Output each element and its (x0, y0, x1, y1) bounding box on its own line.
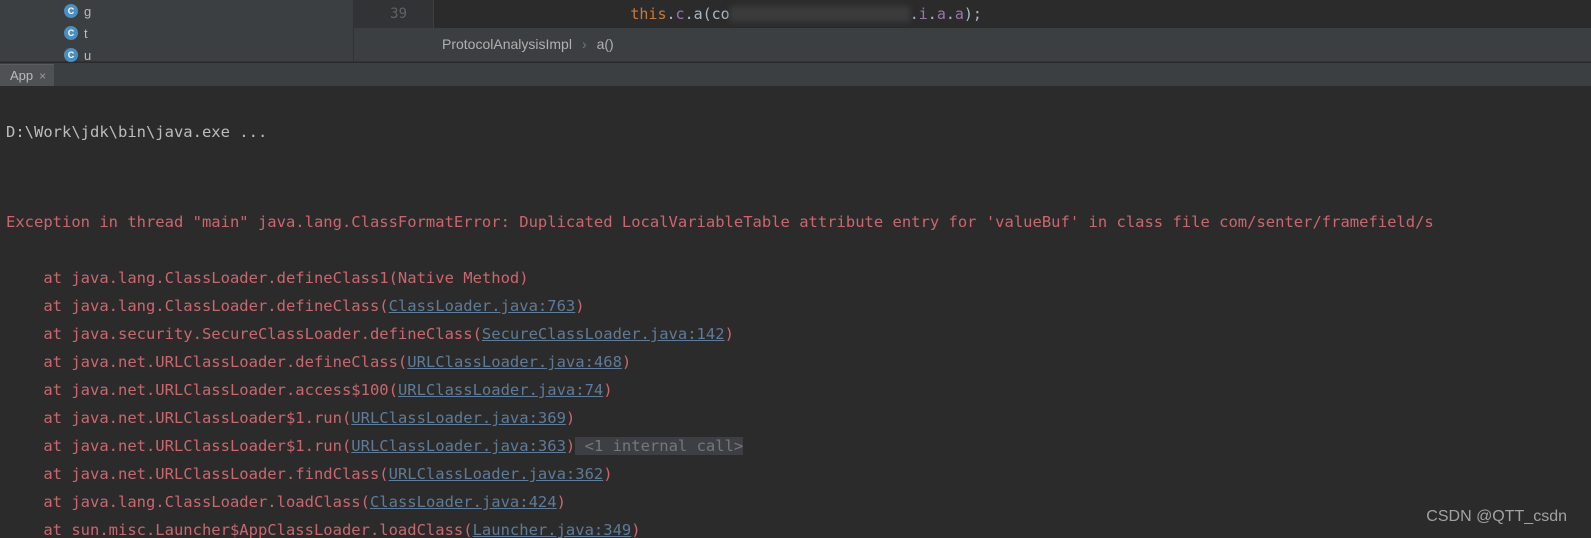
source-link[interactable]: ClassLoader.java:763 (389, 297, 576, 315)
stack-frame: at sun.misc.Launcher$AppClassLoader.load… (6, 516, 1591, 538)
console-command: D:\Work\jdk\bin\java.exe ... (6, 118, 1591, 146)
tree-item[interactable]: C g (0, 0, 353, 22)
line-number: 39 (354, 0, 434, 28)
tree-item-label: u (84, 48, 91, 63)
keyword: this (630, 5, 666, 23)
stack-frame: at java.net.URLClassLoader.defineClass(U… (6, 348, 1591, 376)
source-link[interactable]: URLClassLoader.java:369 (351, 409, 566, 427)
class-icon: C (64, 26, 78, 40)
redacted-code (730, 6, 910, 22)
run-tab-label: App (10, 68, 33, 83)
source-link[interactable]: URLClassLoader.java:362 (389, 465, 604, 483)
internal-call-note: <1 internal call> (575, 437, 743, 455)
breadcrumb-class[interactable]: ProtocolAnalysisImpl (442, 36, 572, 52)
editor-pane: 39 this.c.a(co.i.a.a); ProtocolAnalysisI… (354, 0, 1591, 61)
breadcrumb-method[interactable]: a() (597, 36, 614, 52)
stack-frame: at java.net.URLClassLoader.access$100(UR… (6, 376, 1591, 404)
tree-item[interactable]: C u (0, 44, 353, 66)
console-output[interactable]: D:\Work\jdk\bin\java.exe ... Exception i… (0, 86, 1591, 538)
stack-frame: at java.lang.ClassLoader.defineClass1(Na… (6, 264, 1591, 292)
editor-breadcrumb[interactable]: ProtocolAnalysisImpl › a() (354, 28, 1591, 61)
project-tool-window[interactable]: C g C t C u (0, 0, 354, 61)
source-link[interactable]: URLClassLoader.java:363 (351, 437, 566, 455)
stack-frame: at java.net.URLClassLoader$1.run(URLClas… (6, 432, 1591, 460)
code-text[interactable]: this.c.a(co.i.a.a); (434, 5, 982, 23)
run-tab[interactable]: App × (0, 64, 54, 86)
exception-line: Exception in thread "main" java.lang.Cla… (6, 208, 1591, 236)
source-link[interactable]: ClassLoader.java:424 (370, 493, 557, 511)
tree-item-label: g (84, 4, 91, 19)
stack-frame: at java.net.URLClassLoader$1.run(URLClas… (6, 404, 1591, 432)
class-icon: C (64, 4, 78, 18)
class-icon: C (64, 48, 78, 62)
editor-area: C g C t C u 39 this.c.a(co.i.a.a); Proto… (0, 0, 1591, 62)
chevron-right-icon: › (582, 36, 587, 52)
stack-frame: at java.lang.ClassLoader.defineClass(Cla… (6, 292, 1591, 320)
source-link[interactable]: URLClassLoader.java:468 (407, 353, 622, 371)
tree-item-label: t (84, 26, 88, 41)
stack-frame: at java.lang.ClassLoader.loadClass(Class… (6, 488, 1591, 516)
close-icon[interactable]: × (39, 69, 46, 83)
stack-frame: at java.net.URLClassLoader.findClass(URL… (6, 460, 1591, 488)
source-link[interactable]: Launcher.java:349 (473, 521, 632, 538)
tree-item[interactable]: C t (0, 22, 353, 44)
code-line[interactable]: 39 this.c.a(co.i.a.a); (354, 0, 1591, 28)
stack-frame: at java.security.SecureClassLoader.defin… (6, 320, 1591, 348)
source-link[interactable]: SecureClassLoader.java:142 (482, 325, 725, 343)
source-link[interactable]: URLClassLoader.java:74 (398, 381, 603, 399)
watermark: CSDN @QTT_csdn (1426, 508, 1567, 526)
